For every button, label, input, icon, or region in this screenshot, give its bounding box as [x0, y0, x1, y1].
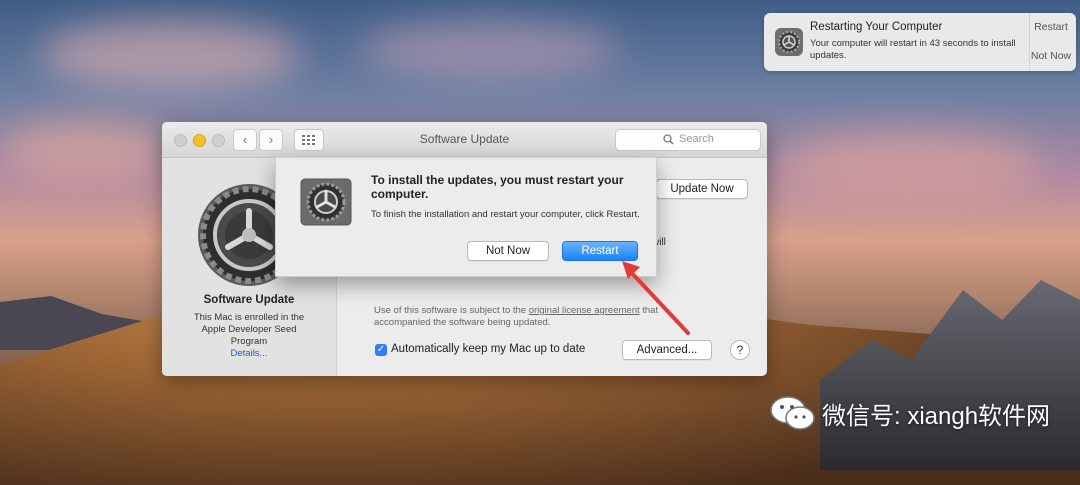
sheet-message: To finish the installation and restart y…	[371, 209, 640, 220]
background-mountain	[820, 280, 1080, 470]
window-titlebar: ‹ › Software Update Search	[162, 122, 767, 158]
auto-update-checkbox[interactable]: ✓	[375, 344, 387, 356]
license-prefix: Use of this software is subject to the	[374, 305, 529, 316]
notification-restart-button[interactable]: Restart	[1026, 21, 1076, 33]
sheet-not-now-button[interactable]: Not Now	[467, 241, 549, 261]
search-icon	[663, 134, 674, 145]
notification-body: Your computer will restart in 43 seconds…	[810, 38, 1016, 61]
software-update-gear-icon	[775, 28, 803, 56]
search-placeholder: Search	[679, 133, 714, 145]
background-cloud	[780, 130, 1040, 200]
sidebar-title: Software Update	[203, 294, 295, 306]
notification-title: Restarting Your Computer	[810, 21, 943, 33]
search-input[interactable]: Search	[615, 129, 761, 151]
restart-notification: Restarting Your Computer Your computer w…	[764, 13, 1076, 71]
wechat-logo-icon	[770, 396, 815, 430]
sheet-title: To install the updates, you must restart…	[371, 173, 624, 201]
wechat-watermark: 微信号: xiangh软件网	[768, 388, 1080, 438]
software-update-gear-icon	[300, 178, 352, 226]
background-cloud	[40, 20, 300, 90]
annotation-arrow	[622, 261, 690, 335]
restart-required-sheet: To install the updates, you must restart…	[275, 157, 657, 277]
details-link[interactable]: Details...	[162, 348, 336, 359]
notification-not-now-button[interactable]: Not Now	[1026, 50, 1076, 62]
background-cloud	[0, 120, 170, 180]
update-now-button[interactable]: Update Now	[656, 179, 748, 199]
sidebar-enrollment-text: This Mac is enrolled in the Apple Develo…	[193, 312, 305, 347]
watermark-text: 微信号: xiangh软件网	[822, 403, 1051, 430]
checkmark-icon: ✓	[376, 344, 386, 355]
help-button[interactable]: ?	[730, 340, 750, 360]
background-cloud	[360, 20, 620, 80]
auto-update-label: Automatically keep my Mac up to date	[391, 343, 586, 355]
